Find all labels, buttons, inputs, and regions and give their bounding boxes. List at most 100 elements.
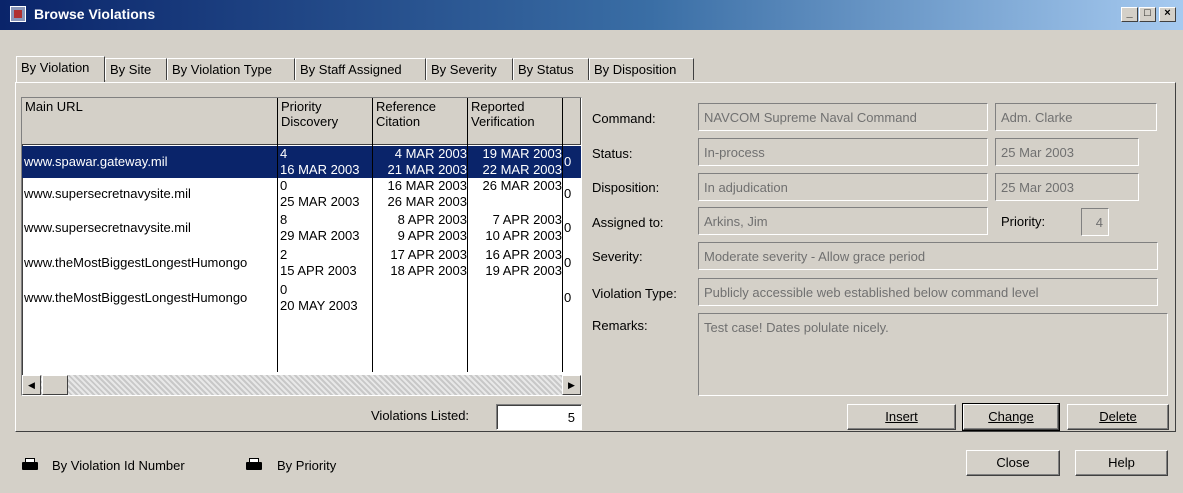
delete-button[interactable]: Delete: [1067, 404, 1169, 430]
priority-label: Priority:: [1001, 214, 1046, 229]
table-cell-reference: 16 MAR 2003: [387, 178, 468, 193]
table-cell-citation: 9 APR 2003: [397, 228, 467, 243]
remarks-field[interactable]: Test case! Dates polulate nicely.: [698, 313, 1168, 396]
table-cell-priority: 0: [280, 178, 288, 193]
table-cell-priority: 2: [280, 247, 288, 262]
scroll-thumb[interactable]: [42, 375, 68, 395]
header-label: Priority: [281, 99, 322, 114]
assigned-to-field[interactable]: Arkins, Jim: [698, 207, 988, 235]
table-cell-url: www.theMostBiggestLongestHumongo: [24, 290, 248, 305]
table-cell-citation: 21 MAR 2003: [387, 162, 468, 177]
header-label: Verification: [471, 114, 535, 129]
table-cell-reference: 4 MAR 2003: [394, 146, 467, 161]
insert-button[interactable]: Insert: [847, 404, 956, 430]
delete-button-label: Delete: [1099, 409, 1137, 424]
violations-listed-count: 5: [496, 404, 582, 430]
title-bar: Browse Violations _ □ ×: [0, 0, 1183, 30]
table-row[interactable]: www.spawar.gateway.mil 4 16 MAR 2003 4 MAR …: [22, 146, 581, 178]
command-field[interactable]: NAVCOM Supreme Naval Command: [698, 103, 988, 131]
window-title: Browse Violations: [34, 6, 156, 22]
table-cell-priority: 8: [280, 212, 288, 227]
print-by-priority-link[interactable]: By Priority: [277, 458, 336, 473]
severity-field[interactable]: Moderate severity - Allow grace period: [698, 242, 1158, 270]
tab-by-site[interactable]: By Site: [105, 58, 167, 80]
column-header-reported[interactable]: Reported Verification: [468, 98, 563, 145]
help-button[interactable]: Help: [1075, 450, 1168, 476]
table-cell-url: www.spawar.gateway.mil: [24, 154, 168, 169]
printer-icon[interactable]: [22, 458, 38, 472]
table-cell-discovery: 16 MAR 2003: [280, 162, 360, 177]
table-cell-extra: 0: [564, 255, 572, 270]
maximize-button[interactable]: □: [1139, 7, 1156, 22]
scroll-right-button[interactable]: ▶: [562, 375, 581, 395]
header-label: Reported: [471, 99, 525, 114]
change-button-label: Change: [988, 409, 1034, 424]
priority-field[interactable]: 4: [1081, 208, 1109, 236]
header-label: Main URL: [25, 99, 83, 114]
disposition-label: Disposition:: [592, 180, 660, 195]
header-label: Discovery: [281, 114, 339, 129]
table-cell-discovery: 15 APR 2003: [280, 263, 357, 278]
horizontal-scrollbar[interactable]: ◀ ▶: [22, 375, 581, 395]
table-row[interactable]: www.supersecretnavysite.mil 0 25 MAR 2003 1…: [22, 178, 581, 210]
close-button[interactable]: Close: [966, 450, 1060, 476]
table-cell-extra: 0: [564, 290, 572, 305]
tab-by-status[interactable]: By Status: [513, 58, 589, 80]
violations-grid[interactable]: Main URL Priority Discovery Reference Ci…: [21, 97, 582, 396]
remarks-label: Remarks:: [592, 318, 648, 333]
table-cell-verification: 19 APR 2003: [485, 263, 562, 278]
table-cell-verification: 10 APR 2003: [485, 228, 562, 243]
table-cell-extra: 0: [564, 220, 572, 235]
status-date-field[interactable]: 25 Mar 2003: [995, 138, 1139, 166]
close-window-button[interactable]: ×: [1159, 7, 1176, 22]
status-field[interactable]: In-process: [698, 138, 988, 166]
table-cell-priority: 4: [280, 146, 288, 161]
print-by-violation-id-link[interactable]: By Violation Id Number: [52, 458, 185, 473]
insert-button-label: Insert: [885, 409, 918, 424]
severity-label: Severity:: [592, 249, 643, 264]
table-cell-priority: 0: [280, 282, 288, 297]
table-cell-reported: 7 APR 2003: [492, 212, 562, 227]
tab-by-staff-assigned[interactable]: By Staff Assigned: [295, 58, 426, 80]
table-cell-url: www.supersecretnavysite.mil: [24, 186, 191, 201]
command-person-field[interactable]: Adm. Clarke: [995, 103, 1157, 131]
violation-type-label: Violation Type:: [592, 286, 677, 301]
table-row[interactable]: www.theMostBiggestLongestHumongo 2 15 APR …: [22, 247, 581, 279]
column-header-reference[interactable]: Reference Citation: [373, 98, 468, 145]
table-cell-discovery: 25 MAR 2003: [280, 194, 360, 209]
scroll-left-button[interactable]: ◀: [22, 375, 41, 395]
minimize-button[interactable]: _: [1121, 7, 1138, 22]
status-label: Status:: [592, 146, 633, 161]
violation-type-field[interactable]: Publicly accessible web established belo…: [698, 278, 1158, 306]
table-cell-reference: 17 APR 2003: [390, 247, 467, 262]
command-label: Command:: [592, 111, 656, 126]
table-cell-discovery: 20 MAY 2003: [280, 298, 358, 313]
assigned-to-label: Assigned to:: [592, 215, 664, 230]
table-cell-url: www.supersecretnavysite.mil: [24, 220, 191, 235]
app-icon: [10, 6, 26, 22]
column-header-priority[interactable]: Priority Discovery: [278, 98, 373, 145]
table-cell-extra: 0: [564, 186, 572, 201]
table-row[interactable]: www.theMostBiggestLongestHumongo 0 20 MAY …: [22, 282, 581, 314]
header-label: Citation: [376, 114, 421, 129]
column-header-extra[interactable]: [563, 98, 581, 145]
header-label: Reference: [376, 99, 436, 114]
tab-by-violation-type[interactable]: By Violation Type: [167, 58, 295, 80]
violations-listed-label: Violations Listed:: [371, 408, 470, 423]
change-button[interactable]: Change: [962, 403, 1060, 431]
tab-by-violation[interactable]: By Violation: [16, 56, 105, 82]
disposition-field[interactable]: In adjudication: [698, 173, 988, 201]
table-cell-reference: 8 APR 2003: [397, 212, 467, 227]
table-cell-url: www.theMostBiggestLongestHumongo: [24, 255, 248, 270]
column-header-main-url[interactable]: Main URL: [22, 98, 278, 145]
table-row[interactable]: www.supersecretnavysite.mil 8 29 MAR 2003 8…: [22, 212, 581, 244]
table-cell-citation: 18 APR 2003: [390, 263, 467, 278]
table-cell-extra: 0: [564, 154, 572, 169]
printer-icon[interactable]: [246, 458, 262, 472]
tab-by-disposition[interactable]: By Disposition: [589, 58, 694, 80]
table-cell-reported: 26 MAR 2003: [482, 178, 563, 193]
table-cell-verification: 22 MAR 2003: [482, 162, 563, 177]
table-cell-citation: 26 MAR 2003: [387, 194, 468, 209]
disposition-date-field[interactable]: 25 Mar 2003: [995, 173, 1139, 201]
tab-by-severity[interactable]: By Severity: [426, 58, 513, 80]
